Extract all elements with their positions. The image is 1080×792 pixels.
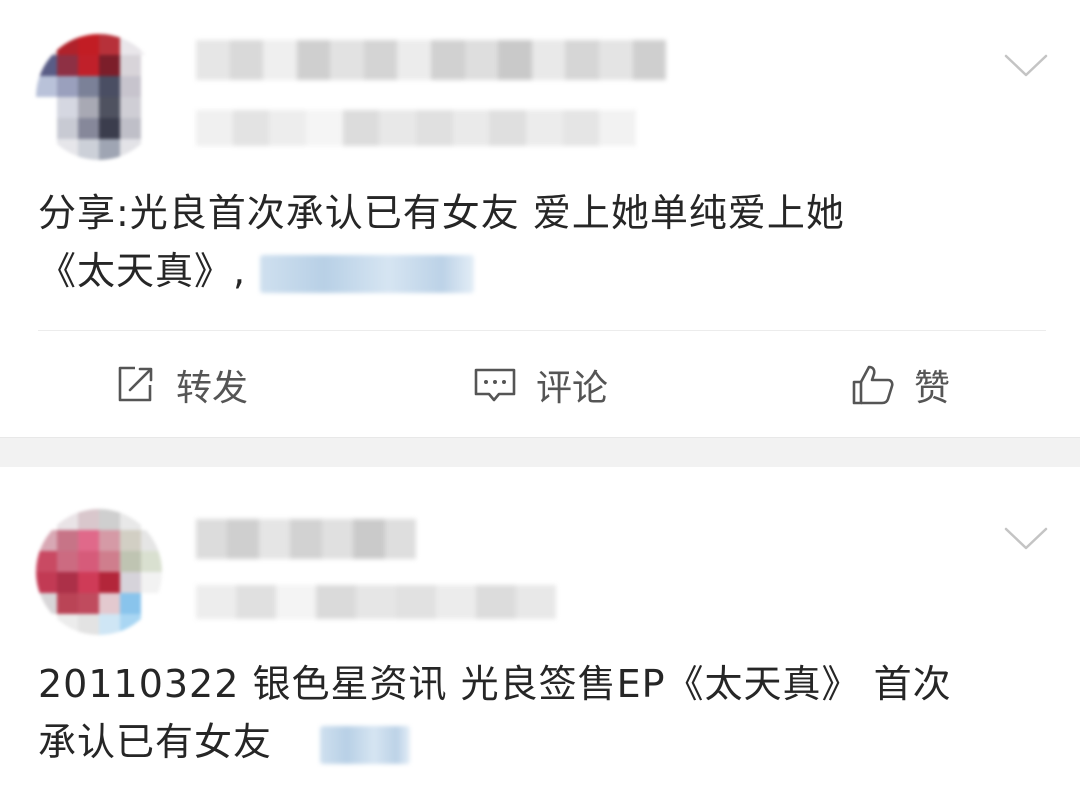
comment-label: 评论 — [535, 368, 608, 409]
feed-separator — [0, 437, 1080, 467]
avatar[interactable] — [36, 34, 162, 160]
divider — [38, 330, 1046, 331]
feed-post: 20110322 银色星资讯 光良签售EP《太天真》 首次 承认已有女友 — [0, 467, 1080, 792]
post-meta-blurred — [196, 110, 637, 146]
post-text: 分享:光良首次承认已有女友 爱上她单纯爱上她 《太天真》, — [38, 184, 1048, 300]
repost-button[interactable]: 转发 — [0, 350, 360, 420]
repost-label: 转发 — [175, 368, 248, 409]
username-blurred[interactable] — [196, 519, 416, 559]
feed-post: 分享:光良首次承认已有女友 爱上她单纯爱上她 《太天真》, 转发 评论 赞 — [0, 0, 1080, 437]
link-blurred[interactable] — [320, 725, 411, 764]
comment-button[interactable]: 评论 — [360, 350, 720, 420]
post-text-line: 承认已有女友 — [38, 713, 1048, 771]
like-icon — [852, 365, 894, 405]
comment-icon — [474, 368, 516, 402]
link-blurred[interactable] — [260, 254, 475, 293]
post-text-line: 《太天真》, — [38, 242, 1048, 300]
like-button[interactable]: 赞 — [720, 350, 1080, 420]
post-text-line: 分享:光良首次承认已有女友 爱上她单纯爱上她 — [38, 191, 845, 235]
repost-icon — [118, 366, 153, 402]
avatar[interactable] — [36, 509, 162, 635]
post-text-fragment: 承认已有女友 — [38, 720, 273, 764]
post-text: 20110322 银色星资讯 光良签售EP《太天真》 首次 承认已有女友 — [38, 655, 1048, 771]
chevron-down-icon[interactable] — [1004, 527, 1048, 551]
username-blurred[interactable] — [196, 40, 667, 80]
post-text-line: 20110322 银色星资讯 光良签售EP《太天真》 首次 — [38, 662, 952, 706]
weibo-feed: 分享:光良首次承认已有女友 爱上她单纯爱上她 《太天真》, 转发 评论 赞 20… — [0, 0, 1080, 792]
chevron-down-icon[interactable] — [1004, 54, 1048, 78]
post-meta-blurred — [196, 585, 556, 619]
post-actions: 转发 评论 赞 — [0, 350, 1080, 420]
like-label: 赞 — [913, 368, 950, 409]
post-text-fragment: 《太天真》, — [38, 249, 247, 293]
